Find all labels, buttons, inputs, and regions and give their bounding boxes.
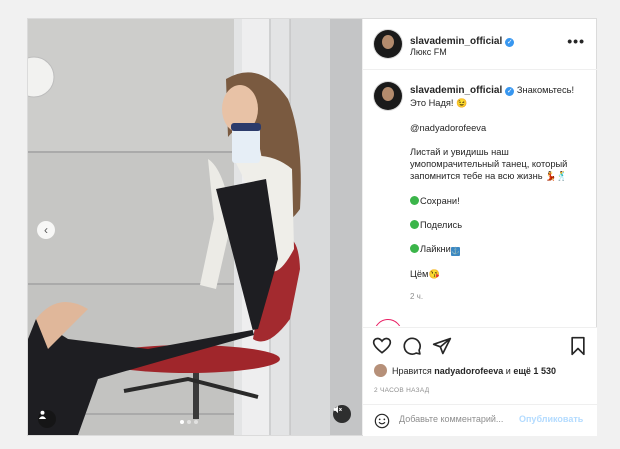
caption-text: slavademin_official ✓ Знакомьтесь! Это На… xyxy=(410,84,588,303)
avatar[interactable] xyxy=(374,319,402,326)
mention-link[interactable]: @nadyadorofeeva xyxy=(410,123,486,133)
green-circle-icon xyxy=(410,195,419,205)
verified-badge-icon: ✓ xyxy=(505,38,515,47)
likes-count[interactable]: ещё 1 530 xyxy=(513,366,556,376)
carousel-dot xyxy=(194,420,198,424)
caption-kiss: Цём xyxy=(410,269,429,280)
carousel-dot xyxy=(180,420,184,424)
caption-area: slavademin_official ✓ Знакомьтесь! Это На… xyxy=(363,70,597,326)
avatar[interactable] xyxy=(374,82,402,110)
post-details-panel: slavademin_official ✓ Люкс FM ••• slavade… xyxy=(362,19,597,436)
bookmark-icon xyxy=(571,336,585,356)
more-options-icon[interactable]: ••• xyxy=(567,33,585,49)
comment-bubble-icon xyxy=(403,337,421,355)
carousel-indicator xyxy=(180,420,198,424)
comment-input[interactable] xyxy=(399,414,519,424)
caption-username[interactable]: slavademin_official xyxy=(410,85,502,96)
post-actions: Нравится nadyadorofeeva и ещё 1 530 2 ЧА… xyxy=(363,327,597,436)
heart-icon xyxy=(372,337,392,354)
caption-like: Лайкни xyxy=(420,244,451,255)
green-circle-icon xyxy=(410,244,419,254)
comment-button[interactable] xyxy=(402,336,422,356)
user-tag-icon xyxy=(38,410,47,419)
anchor-icon: ⚓ xyxy=(450,247,460,257)
chevron-left-icon: ‹ xyxy=(44,223,48,237)
liker-avatar xyxy=(374,364,387,377)
caption-greeting: Знакомьтесь! xyxy=(516,85,575,95)
post-time[interactable]: 2 ЧАСОВ НАЗАД xyxy=(374,387,429,394)
verified-badge-icon: ✓ xyxy=(505,87,515,96)
post-header: slavademin_official ✓ Люкс FM ••• xyxy=(363,19,597,70)
carousel-dot xyxy=(187,420,191,424)
likes-prefix: Нравится xyxy=(392,365,432,376)
smirk-emoji-icon: 😉 xyxy=(456,98,468,109)
sound-toggle-button[interactable] xyxy=(333,405,351,423)
like-button[interactable] xyxy=(372,336,392,356)
caption-save: Сохрани! xyxy=(420,195,460,206)
post-photo xyxy=(28,19,362,435)
username-link[interactable]: slavademin_official xyxy=(410,36,502,47)
likes-summary: Нравится nadyadorofeeva и ещё 1 530 xyxy=(374,364,556,377)
caption-line2: Это Надя! xyxy=(410,98,454,109)
kiss-emoji-icon: 😘 xyxy=(428,269,440,280)
post-media[interactable]: ‹ xyxy=(28,19,362,435)
paper-plane-icon xyxy=(432,337,452,355)
publish-comment-button[interactable]: Опубликовать xyxy=(519,414,583,424)
caption-timestamp: 2 ч. xyxy=(410,291,424,301)
caption-share: Поделись xyxy=(420,220,463,231)
location-link[interactable]: Люкс FM xyxy=(410,47,447,57)
caption-body: Листай и увидишь наш умопомрачительный т… xyxy=(410,146,568,182)
smiley-icon[interactable] xyxy=(374,413,390,429)
user-tag-button[interactable] xyxy=(38,410,56,428)
post-frame: ‹ slavademin_official ✓ Люкс FM ••• slav… xyxy=(27,18,597,436)
dancer-emoji-icon: 💃🕺 xyxy=(545,171,568,182)
likes-and: и xyxy=(505,365,511,376)
liker-username[interactable]: nadyadorofeeva xyxy=(434,366,503,376)
green-circle-icon xyxy=(410,220,419,230)
save-button[interactable] xyxy=(568,336,588,356)
sound-muted-icon xyxy=(333,405,342,414)
carousel-prev-button[interactable]: ‹ xyxy=(37,221,55,239)
avatar[interactable] xyxy=(374,30,402,58)
comment-form: Опубликовать xyxy=(363,404,597,437)
share-button[interactable] xyxy=(432,336,452,356)
